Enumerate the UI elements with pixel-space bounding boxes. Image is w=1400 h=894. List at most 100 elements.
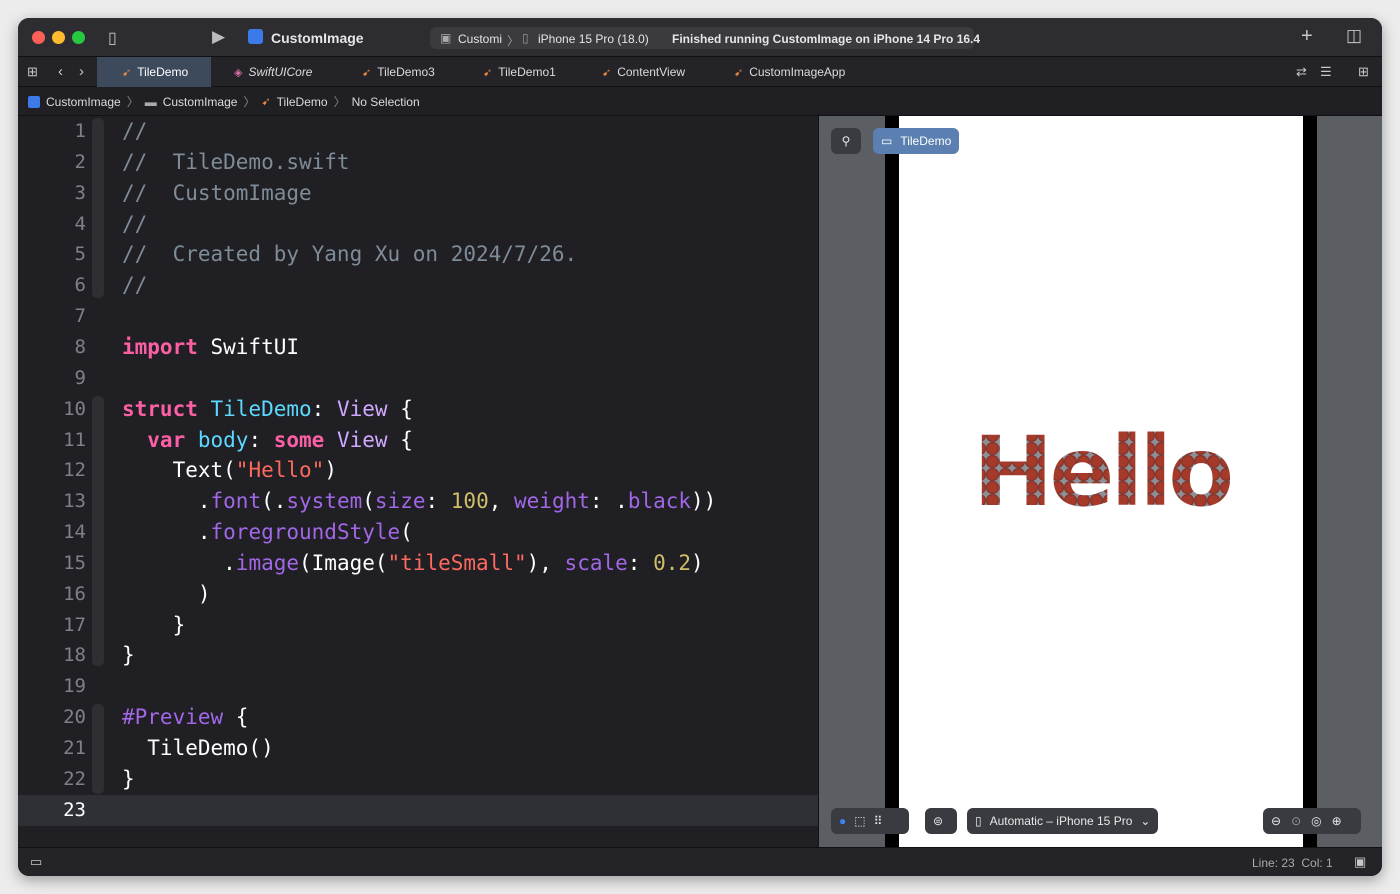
code-line[interactable]: 22}: [18, 764, 818, 795]
line-number: 19: [63, 675, 86, 698]
swift-icon: ➹: [602, 66, 612, 79]
device-selector[interactable]: iPhone 15 Pro (18.0): [538, 32, 649, 46]
code-token: }: [122, 612, 186, 637]
tab-tiledemo3[interactable]: ➹ TileDemo3: [350, 57, 468, 87]
preview-mode-group: ● ⬚ ⠿: [831, 808, 909, 834]
code-token: 0.2: [653, 550, 691, 575]
breadcrumb-folder[interactable]: CustomImage: [163, 95, 238, 109]
code-token: ): [691, 550, 704, 575]
line-number: 17: [63, 613, 86, 636]
code-token: image: [235, 550, 300, 575]
forward-icon[interactable]: ›: [79, 63, 84, 80]
preview-icon: ▭: [881, 134, 893, 148]
code-line[interactable]: 17 }: [18, 610, 818, 641]
code-token: foregroundStyle: [210, 520, 401, 545]
live-mode-icon[interactable]: ●: [839, 814, 846, 828]
breadcrumb-project[interactable]: CustomImage: [46, 95, 121, 109]
minimize-button[interactable]: [52, 31, 65, 44]
zoom-fit-icon[interactable]: ◎: [1311, 814, 1321, 828]
inspector-toggle-icon[interactable]: ◫: [1346, 26, 1362, 46]
code-token: :: [627, 550, 654, 575]
code-line[interactable]: 3 // CustomImage: [18, 178, 818, 209]
sidebar-toggle-icon[interactable]: ▯: [108, 28, 117, 48]
chevron-down-icon: ⌄: [1140, 814, 1151, 828]
tab-tiledemo[interactable]: ➹ TileDemo: [97, 57, 211, 87]
zoom-out-icon[interactable]: ⊖: [1271, 814, 1281, 828]
code-text: .foregroundStyle(: [122, 517, 413, 548]
breadcrumb-file[interactable]: TileDemo: [277, 95, 328, 109]
line-number: 7: [74, 305, 86, 328]
tab-label: ContentView: [617, 65, 686, 79]
back-icon[interactable]: ‹: [58, 63, 63, 80]
run-button[interactable]: ▶: [212, 27, 225, 47]
code-line[interactable]: 6 //: [18, 270, 818, 301]
code-line[interactable]: 20 #Preview {: [18, 702, 818, 733]
add-icon[interactable]: +: [1301, 25, 1313, 48]
code-line[interactable]: 9: [18, 363, 818, 394]
code-line[interactable]: 10 struct TileDemo: View {: [18, 394, 818, 425]
code-line[interactable]: 8 import SwiftUI: [18, 332, 818, 363]
zoom-button[interactable]: [72, 31, 85, 44]
variants-icon[interactable]: ⠿: [874, 814, 883, 828]
code-line[interactable]: 14 .foregroundStyle(: [18, 517, 818, 548]
tab-tiledemo1[interactable]: ➹ TileDemo1: [471, 57, 589, 87]
toggle-debug-icon[interactable]: ▣: [1354, 854, 1366, 870]
chevron-right-icon: 〉: [243, 95, 256, 109]
code-token: SwiftUI: [197, 334, 300, 359]
code-token: TileDemo: [210, 396, 312, 421]
code-text: // Created by Yang Xu on 2024/7/26.: [122, 239, 577, 270]
swift-icon: ➹: [483, 66, 493, 79]
selectable-mode-icon[interactable]: ⬚: [854, 814, 865, 828]
code-line[interactable]: 7: [18, 301, 818, 332]
chevron-right-icon: 〉: [333, 95, 346, 109]
code-line[interactable]: 5 // Created by Yang Xu on 2024/7/26.: [18, 239, 818, 270]
code-line[interactable]: 18}: [18, 640, 818, 671]
code-line[interactable]: 23: [18, 794, 818, 826]
code-line[interactable]: 19: [18, 671, 818, 702]
tab-customimageapp[interactable]: ➹ CustomImageApp: [722, 57, 868, 87]
code-line[interactable]: 2 // TileDemo.swift: [18, 147, 818, 178]
swift-icon: ➹: [734, 66, 744, 79]
preview-pin-tab[interactable]: ▭ TileDemo: [873, 128, 960, 154]
code-line[interactable]: 1 //: [18, 116, 818, 147]
code-line[interactable]: 13 .font(.system(size: 100, weight: .bla…: [18, 486, 818, 517]
code-token: }: [122, 766, 135, 791]
tab-contentview[interactable]: ➹ ContentView: [590, 57, 708, 87]
canvas-settings-button[interactable]: ⊜: [925, 808, 957, 834]
scheme-selector[interactable]: Customi: [458, 32, 502, 46]
device-picker[interactable]: ▯ Automatic – iPhone 15 Pro ⌄: [967, 808, 1159, 834]
zoom-in-icon[interactable]: ⊕: [1332, 814, 1342, 828]
code-line[interactable]: 11 var body: some View {: [18, 425, 818, 456]
code-line[interactable]: 4 //: [18, 209, 818, 240]
code-token: TileDemo(): [122, 736, 274, 760]
code-editor[interactable]: 1 // 2 // TileDemo.swift 3 // CustomImage 4 // 5…: [18, 116, 818, 847]
breadcrumb-selection[interactable]: No Selection: [352, 95, 420, 109]
code-text: }: [122, 764, 135, 795]
code-line[interactable]: 15 .image(Image("tileSmall"), scale: 0.2…: [18, 548, 818, 579]
code-text: }: [122, 640, 135, 671]
code-text: }: [122, 610, 186, 641]
line-number: 10: [63, 397, 86, 420]
tab-swiftuicore[interactable]: ◈ SwiftUICore: [222, 57, 339, 87]
pin-button[interactable]: ⚲: [831, 128, 861, 154]
swap-icon[interactable]: ⇄: [1296, 64, 1307, 80]
grid-icon[interactable]: ⊞: [27, 64, 38, 80]
debug-area-icon[interactable]: ▭: [30, 854, 42, 870]
code-line[interactable]: 12 Text("Hello"): [18, 455, 818, 486]
close-button[interactable]: [32, 31, 45, 44]
zoom-actual-icon[interactable]: ⊙: [1291, 814, 1301, 828]
line-number: 1: [74, 120, 86, 142]
code-line[interactable]: 16 ): [18, 579, 818, 610]
code-token: ),: [526, 550, 565, 575]
add-editor-icon[interactable]: ⊞: [1358, 64, 1369, 80]
chevron-right-icon: 〉: [507, 34, 520, 48]
line-number: 14: [63, 521, 86, 544]
editor-options-icon[interactable]: ☰: [1320, 64, 1332, 80]
code-line[interactable]: 21 TileDemo(): [18, 733, 818, 764]
line-number: 6: [74, 274, 86, 297]
code-token: import: [122, 334, 198, 359]
code-token: ): [122, 581, 211, 606]
line-number: 20: [63, 706, 86, 729]
